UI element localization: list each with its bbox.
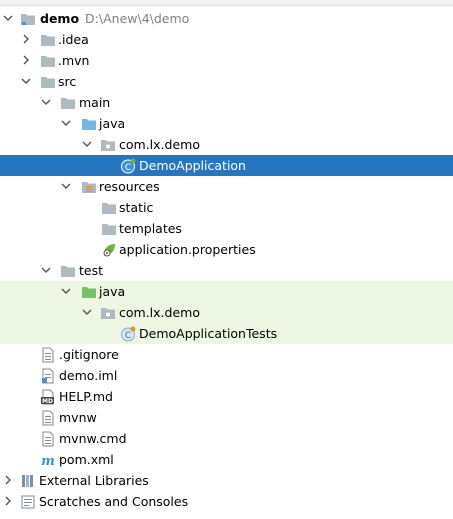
- tree-node-templates[interactable]: templates: [0, 218, 453, 239]
- tree-node-test-package[interactable]: com.lx.demo: [0, 302, 453, 323]
- chevron-down-icon[interactable]: [21, 76, 31, 86]
- folder-icon: [41, 77, 55, 88]
- tree-node-test-java[interactable]: java: [0, 281, 453, 302]
- tree-node-test[interactable]: test: [0, 260, 453, 281]
- chevron-down-icon[interactable]: [3, 13, 13, 23]
- chevron-down-icon[interactable]: [82, 139, 92, 149]
- markdown-file-icon: MD: [41, 389, 54, 405]
- chevron-right-icon[interactable]: [21, 55, 31, 65]
- module-folder-icon: [21, 14, 35, 25]
- maven-icon: m: [41, 454, 55, 468]
- tree-node-external-libraries[interactable]: External Libraries: [0, 470, 453, 491]
- tree-label: com.lx.demo: [119, 305, 200, 320]
- folder-icon: [61, 266, 75, 277]
- tree-label: mvnw: [59, 410, 97, 425]
- tree-label: java: [99, 116, 126, 131]
- tree-node-resources[interactable]: resources: [0, 176, 453, 197]
- tree-node-idea[interactable]: .idea: [0, 29, 453, 50]
- tree-label: templates: [119, 221, 182, 236]
- chevron-down-icon[interactable]: [61, 286, 71, 296]
- chevron-down-icon[interactable]: [61, 181, 71, 191]
- folder-icon: [102, 203, 116, 214]
- tree-label: application.properties: [119, 242, 256, 257]
- tree-label: static: [119, 200, 154, 215]
- tree-node-help-md[interactable]: MD HELP.md: [0, 386, 453, 407]
- text-file-icon: [42, 410, 54, 426]
- test-class-icon: C: [121, 326, 136, 342]
- tree-node-mvnw-cmd[interactable]: mvnw.cmd: [0, 428, 453, 449]
- spring-properties-icon: [103, 244, 115, 257]
- svg-text:MD: MD: [42, 398, 53, 405]
- root-name: demo: [40, 11, 80, 26]
- text-file-icon: [42, 431, 54, 447]
- tree-label: resources: [99, 179, 160, 194]
- text-file-icon: [42, 347, 54, 363]
- tree-label: Scratches and Consoles: [39, 494, 189, 509]
- module-file-icon: [42, 368, 54, 384]
- tree-node-src[interactable]: src: [0, 71, 453, 92]
- package-icon: [101, 308, 115, 319]
- tree-label: main: [79, 95, 111, 110]
- tree-label: .gitignore: [59, 347, 119, 362]
- tree-label: com.lx.demo: [119, 137, 200, 152]
- chevron-down-icon[interactable]: [82, 307, 92, 317]
- resources-folder-icon: [82, 182, 96, 193]
- svg-text:C: C: [125, 163, 131, 173]
- chevron-down-icon[interactable]: [41, 265, 51, 275]
- tree-label: src: [58, 74, 77, 89]
- tree-label: .mvn: [58, 53, 90, 68]
- folder-icon: [61, 98, 75, 109]
- tree-node-demo-iml[interactable]: demo.iml: [0, 365, 453, 386]
- tree-node-main-java[interactable]: java: [0, 113, 453, 134]
- tree-node-gitignore[interactable]: .gitignore: [0, 344, 453, 365]
- root-path: D:\Anew\4\demo: [85, 11, 190, 26]
- tree-label: External Libraries: [39, 473, 149, 488]
- tree-node-demo[interactable]: demo D:\Anew\4\demo: [0, 8, 453, 29]
- chevron-down-icon[interactable]: [61, 118, 71, 128]
- tree-node-application-properties[interactable]: application.properties: [0, 239, 453, 260]
- tree-label: mvnw.cmd: [59, 431, 127, 446]
- tree-label: DemoApplicationTests: [139, 326, 278, 341]
- tree-label: java: [99, 284, 126, 299]
- tree-node-scratches[interactable]: Scratches and Consoles: [0, 491, 453, 512]
- tree-label: pom.xml: [59, 452, 114, 467]
- folder-icon: [41, 35, 55, 46]
- chevron-right-icon[interactable]: [21, 34, 31, 44]
- tree-node-mvnw[interactable]: mvnw: [0, 407, 453, 428]
- tree-node-main-package[interactable]: com.lx.demo: [0, 134, 453, 155]
- project-tree: demo D:\Anew\4\demo .idea .mvn src main j…: [0, 0, 453, 519]
- tree-node-demo-application-tests[interactable]: C DemoApplicationTests: [0, 323, 453, 344]
- folder-icon: [102, 224, 116, 235]
- tree-node-pom-xml[interactable]: m pom.xml: [0, 449, 453, 470]
- tree-label: demo.iml: [59, 368, 118, 383]
- tree-node-static[interactable]: static: [0, 197, 453, 218]
- tree-label: .idea: [58, 32, 89, 47]
- toolbar-edge: [0, 0, 453, 6]
- spring-boot-class-icon: C: [121, 158, 136, 174]
- test-folder-icon: [82, 287, 96, 298]
- chevron-right-icon[interactable]: [3, 475, 13, 485]
- tree-label: HELP.md: [59, 389, 113, 404]
- tree-label: test: [79, 263, 104, 278]
- chevron-down-icon[interactable]: [41, 97, 51, 107]
- libraries-icon: [22, 475, 33, 487]
- source-folder-icon: [82, 119, 96, 130]
- tree-node-mvn[interactable]: .mvn: [0, 50, 453, 71]
- tree-label: DemoApplication: [139, 158, 246, 173]
- tree-node-main[interactable]: main: [0, 92, 453, 113]
- folder-icon: [41, 56, 55, 67]
- svg-text:C: C: [125, 331, 131, 341]
- tree-node-demo-application[interactable]: C DemoApplication: [0, 155, 453, 176]
- svg-text:m: m: [41, 454, 55, 468]
- scratches-icon: [21, 495, 35, 509]
- chevron-right-icon[interactable]: [3, 496, 13, 506]
- package-icon: [101, 140, 115, 151]
